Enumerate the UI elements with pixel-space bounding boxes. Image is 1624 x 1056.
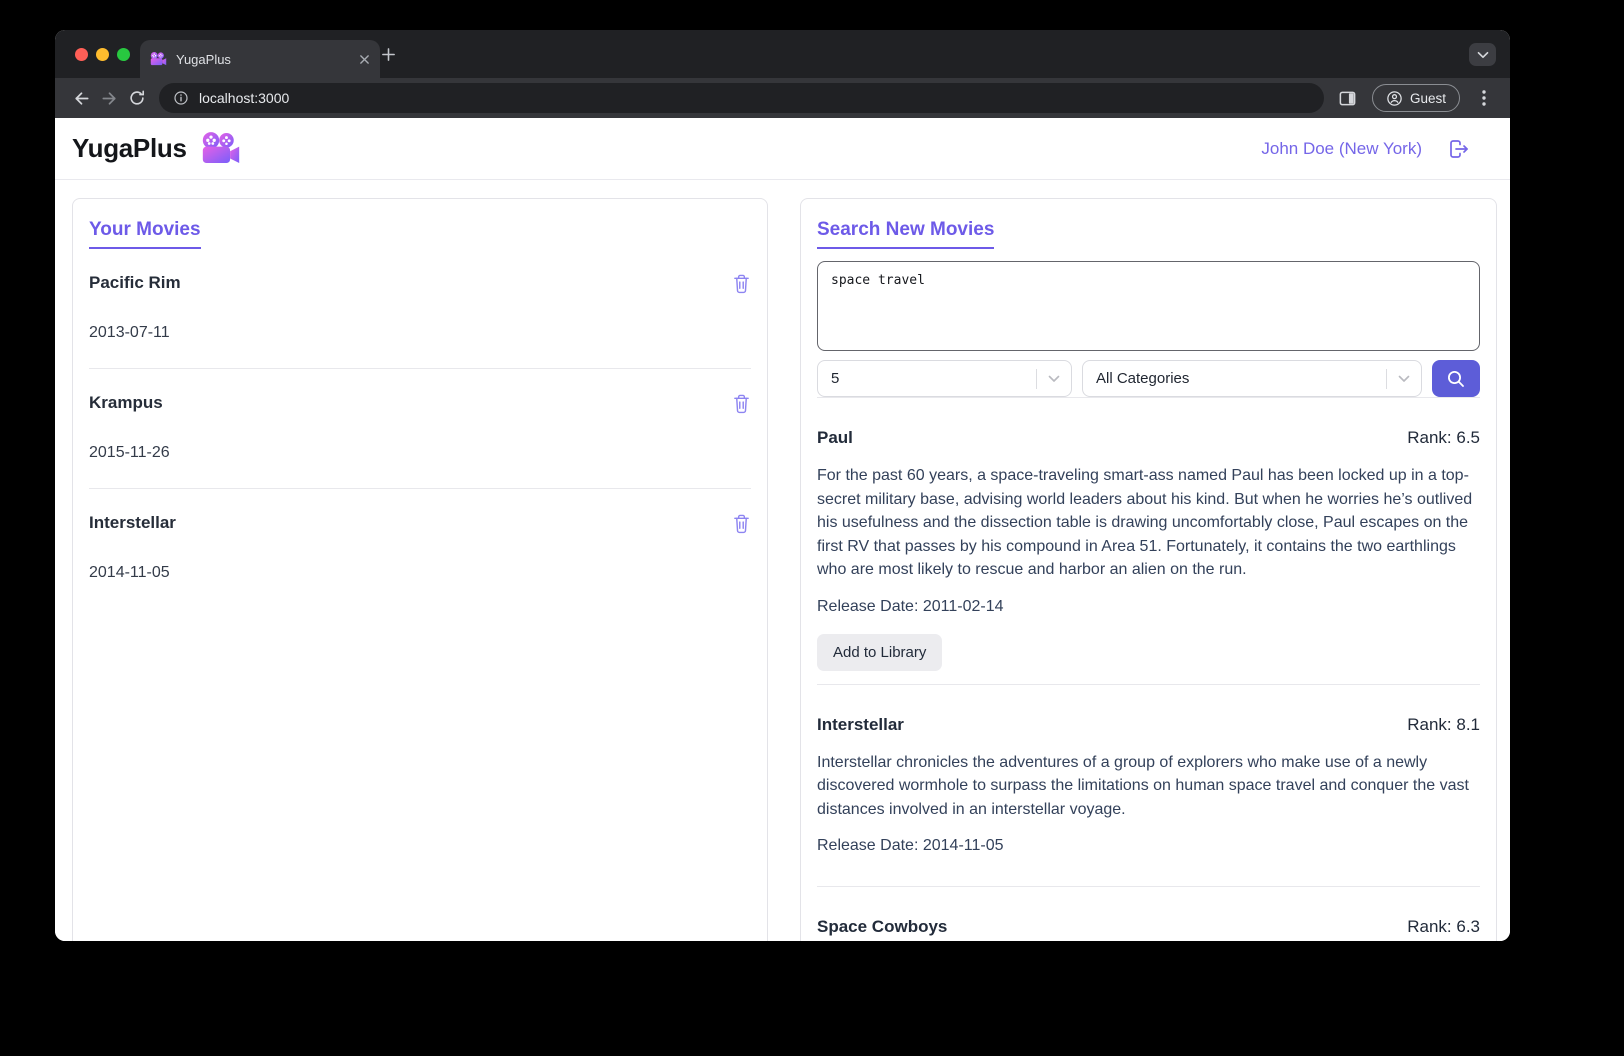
your-movies-panel: Your Movies Pacific Rim 2013-07-11 Kramp… — [72, 198, 768, 941]
profile-label: Guest — [1409, 90, 1446, 106]
browser-toolbar: localhost:3000 Guest — [55, 78, 1510, 118]
new-tab-button[interactable] — [377, 43, 399, 65]
tab-close-icon[interactable] — [359, 54, 370, 65]
movie-title: Krampus — [89, 393, 163, 412]
movie-title: Interstellar — [89, 513, 176, 532]
result-rank: Rank: 6.5 — [1407, 428, 1480, 447]
minimize-window-button[interactable] — [96, 48, 109, 61]
address-bar[interactable]: localhost:3000 — [159, 83, 1324, 113]
chevron-down-icon — [1387, 375, 1421, 383]
search-result: Paul Rank: 6.5 For the past 60 years, a … — [817, 397, 1480, 684]
yugaplus-page: YugaPlus John Doe (New York) Your Movies… — [55, 118, 1510, 941]
browser-tab[interactable]: YugaPlus — [140, 40, 380, 78]
result-title: Paul — [817, 428, 853, 447]
trash-icon — [734, 274, 749, 294]
logout-icon[interactable] — [1446, 137, 1470, 161]
result-description: Interstellar chronicles the adventures o… — [817, 753, 1469, 818]
main-content: Your Movies Pacific Rim 2013-07-11 Kramp… — [55, 180, 1510, 941]
your-movies-heading: Your Movies — [89, 219, 201, 249]
back-button[interactable] — [67, 84, 95, 112]
result-description: For the past 60 years, a space-traveling… — [817, 467, 1473, 578]
add-to-library-button[interactable]: Add to Library — [817, 633, 943, 671]
search-heading: Search New Movies — [817, 219, 995, 249]
profile-button[interactable]: Guest — [1371, 84, 1460, 112]
search-panel: Search New Movies space travel 5 All Cat… — [800, 198, 1497, 941]
site-header: YugaPlus John Doe (New York) — [55, 118, 1510, 180]
info-circle-icon[interactable] — [173, 90, 189, 106]
search-result: Interstellar Rank: 8.1 Interstellar chro… — [817, 683, 1480, 887]
tab-title: YugaPlus — [176, 51, 231, 67]
url-text[interactable]: localhost:3000 — [199, 90, 289, 106]
library-movie-row: Krampus 2015-11-26 — [89, 369, 751, 489]
result-rank: Rank: 8.1 — [1407, 714, 1480, 734]
browser-menu-button[interactable] — [1470, 84, 1498, 112]
browser-window: YugaPlus localhost:3000 Guest YugaPlus J… — [55, 30, 1510, 941]
delete-movie-button[interactable] — [732, 393, 751, 414]
result-release-date: Release Date: 2011-02-14 — [817, 597, 1004, 615]
movie-title: Pacific Rim — [89, 273, 181, 292]
library-movie-row: Interstellar 2014-11-05 — [89, 489, 751, 608]
tab-strip: YugaPlus — [55, 30, 1510, 78]
category-select[interactable]: All Categories — [1082, 360, 1422, 397]
search-query-input[interactable]: space travel — [817, 261, 1480, 351]
result-limit-value: 5 — [831, 370, 840, 387]
user-profile-link[interactable]: John Doe (New York) — [1261, 139, 1422, 159]
result-limit-select[interactable]: 5 — [817, 360, 1072, 397]
brand-title: YugaPlus — [72, 133, 187, 163]
library-movie-row: Pacific Rim 2013-07-11 — [89, 249, 751, 369]
search-button[interactable] — [1432, 360, 1480, 397]
forward-button[interactable] — [95, 84, 123, 112]
your-movies-list: Pacific Rim 2013-07-11 Krampus 2015-11-2… — [89, 249, 751, 608]
search-result: Space Cowboys Rank: 6.3 Frank Corvin, ‘H… — [817, 886, 1480, 941]
tab-search-chevron-button[interactable] — [1469, 43, 1496, 66]
category-value: All Categories — [1096, 370, 1190, 387]
person-circle-icon — [1387, 90, 1402, 106]
result-rank: Rank: 6.3 — [1407, 917, 1480, 936]
movie-release-date: 2014-11-05 — [89, 564, 170, 581]
zoom-window-button[interactable] — [117, 48, 130, 61]
trash-icon — [734, 394, 749, 414]
search-results-list: Paul Rank: 6.5 For the past 60 years, a … — [817, 397, 1480, 941]
search-controls: 5 All Categories — [817, 360, 1480, 397]
reload-button[interactable] — [123, 84, 151, 112]
close-window-button[interactable] — [75, 48, 88, 61]
delete-movie-button[interactable] — [732, 513, 751, 534]
magnifier-icon — [1448, 370, 1464, 387]
movie-release-date: 2013-07-11 — [89, 324, 170, 341]
result-title: Interstellar — [817, 714, 904, 734]
result-title: Space Cowboys — [817, 917, 948, 936]
movie-camera-favicon-icon — [150, 52, 167, 66]
delete-movie-button[interactable] — [732, 273, 751, 294]
movie-release-date: 2015-11-26 — [89, 444, 170, 461]
traffic-lights — [75, 48, 130, 61]
chevron-down-icon — [1037, 375, 1071, 383]
side-panel-icon[interactable] — [1334, 84, 1362, 112]
movie-camera-logo-icon — [202, 132, 239, 164]
result-release-date: Release Date: 2014-11-05 — [817, 837, 1004, 854]
trash-icon — [734, 514, 749, 534]
